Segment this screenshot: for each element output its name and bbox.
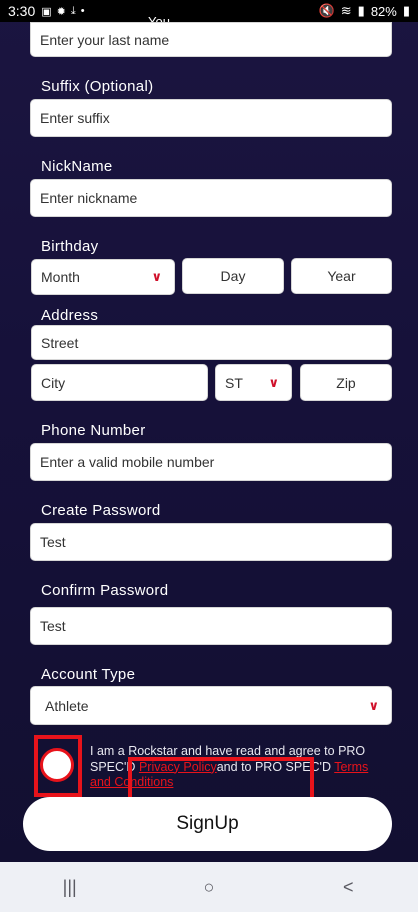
suffix-placeholder: Enter suffix [40, 110, 110, 126]
wifi-icon: ≋ [340, 3, 352, 18]
zip-placeholder: Zip [336, 374, 356, 391]
recent-apps-icon[interactable]: ||| [50, 877, 90, 898]
chevron-down-icon: ∨ [151, 269, 162, 284]
phone-input[interactable]: Enter a valid mobile number [30, 443, 392, 481]
back-icon[interactable]: < [328, 877, 368, 898]
month-select[interactable]: Month ∨ [31, 259, 175, 295]
suffix-label: Suffix (Optional) [41, 78, 154, 95]
state-select[interactable]: ST ∨ [215, 364, 292, 401]
nickname-label: NickName [41, 158, 113, 175]
nickname-input[interactable]: Enter nickname [30, 179, 392, 217]
agree-checkbox[interactable] [40, 748, 74, 782]
last-name-input[interactable]: Enter your last name [30, 22, 392, 57]
battery-percent: 82% [370, 3, 397, 19]
year-placeholder: Year [327, 268, 356, 284]
status-right-icons: 🔇 ≋ ▮ 82% ▮ [319, 3, 410, 19]
address-label: Address [41, 307, 99, 324]
create-password-label: Create Password [41, 502, 161, 519]
year-input[interactable]: Year [291, 258, 392, 294]
create-password-input[interactable]: Test [30, 523, 392, 561]
suffix-input[interactable]: Enter suffix [30, 99, 392, 137]
last-name-placeholder: Enter your last name [40, 31, 170, 48]
status-left-icons: ▣ ✹ ⤓ • [41, 5, 84, 18]
chevron-down-icon: ∨ [268, 374, 279, 390]
city-placeholder: City [41, 374, 66, 391]
city-input[interactable]: City [31, 364, 208, 401]
mute-icon: 🔇 [318, 3, 335, 18]
phone-placeholder: Enter a valid mobile number [40, 454, 215, 470]
battery-icon: ▮ [402, 3, 410, 18]
gallery-icon: ▣ [41, 5, 52, 18]
signal-icon: ▮ [357, 3, 365, 18]
account-type-value: Athlete [45, 697, 89, 714]
confirm-password-input[interactable]: Test [30, 607, 392, 645]
street-input[interactable]: Street [31, 325, 392, 360]
status-time: 3:30 [8, 3, 36, 19]
street-placeholder: Street [41, 334, 79, 351]
phone-label: Phone Number [41, 422, 146, 439]
state-value: ST [225, 374, 243, 391]
download-icon: ⤓ [70, 4, 76, 17]
birthday-label: Birthday [41, 238, 99, 255]
confirm-password-label: Confirm Password [41, 582, 169, 599]
account-type-label: Account Type [41, 666, 136, 683]
zip-input[interactable]: Zip [300, 364, 392, 401]
confirm-password-value: Test [40, 618, 66, 634]
brightness-icon: ✹ [56, 5, 66, 18]
status-bar: 3:30 ▣ ✹ ⤓ • You 🔇 ≋ ▮ 82% ▮ [0, 0, 418, 29]
day-input[interactable]: Day [182, 258, 284, 294]
month-value: Month [41, 269, 80, 285]
dot-icon: • [80, 4, 85, 17]
create-password-value: Test [40, 534, 66, 550]
chevron-down-icon: ∨ [368, 697, 379, 713]
home-icon[interactable]: ○ [189, 877, 229, 898]
account-type-select[interactable]: Athlete ∨ [30, 686, 392, 725]
signup-button[interactable]: SignUp [23, 797, 392, 851]
system-nav-bar: ||| ○ < [0, 862, 418, 912]
day-placeholder: Day [220, 268, 246, 284]
nickname-placeholder: Enter nickname [40, 190, 138, 206]
